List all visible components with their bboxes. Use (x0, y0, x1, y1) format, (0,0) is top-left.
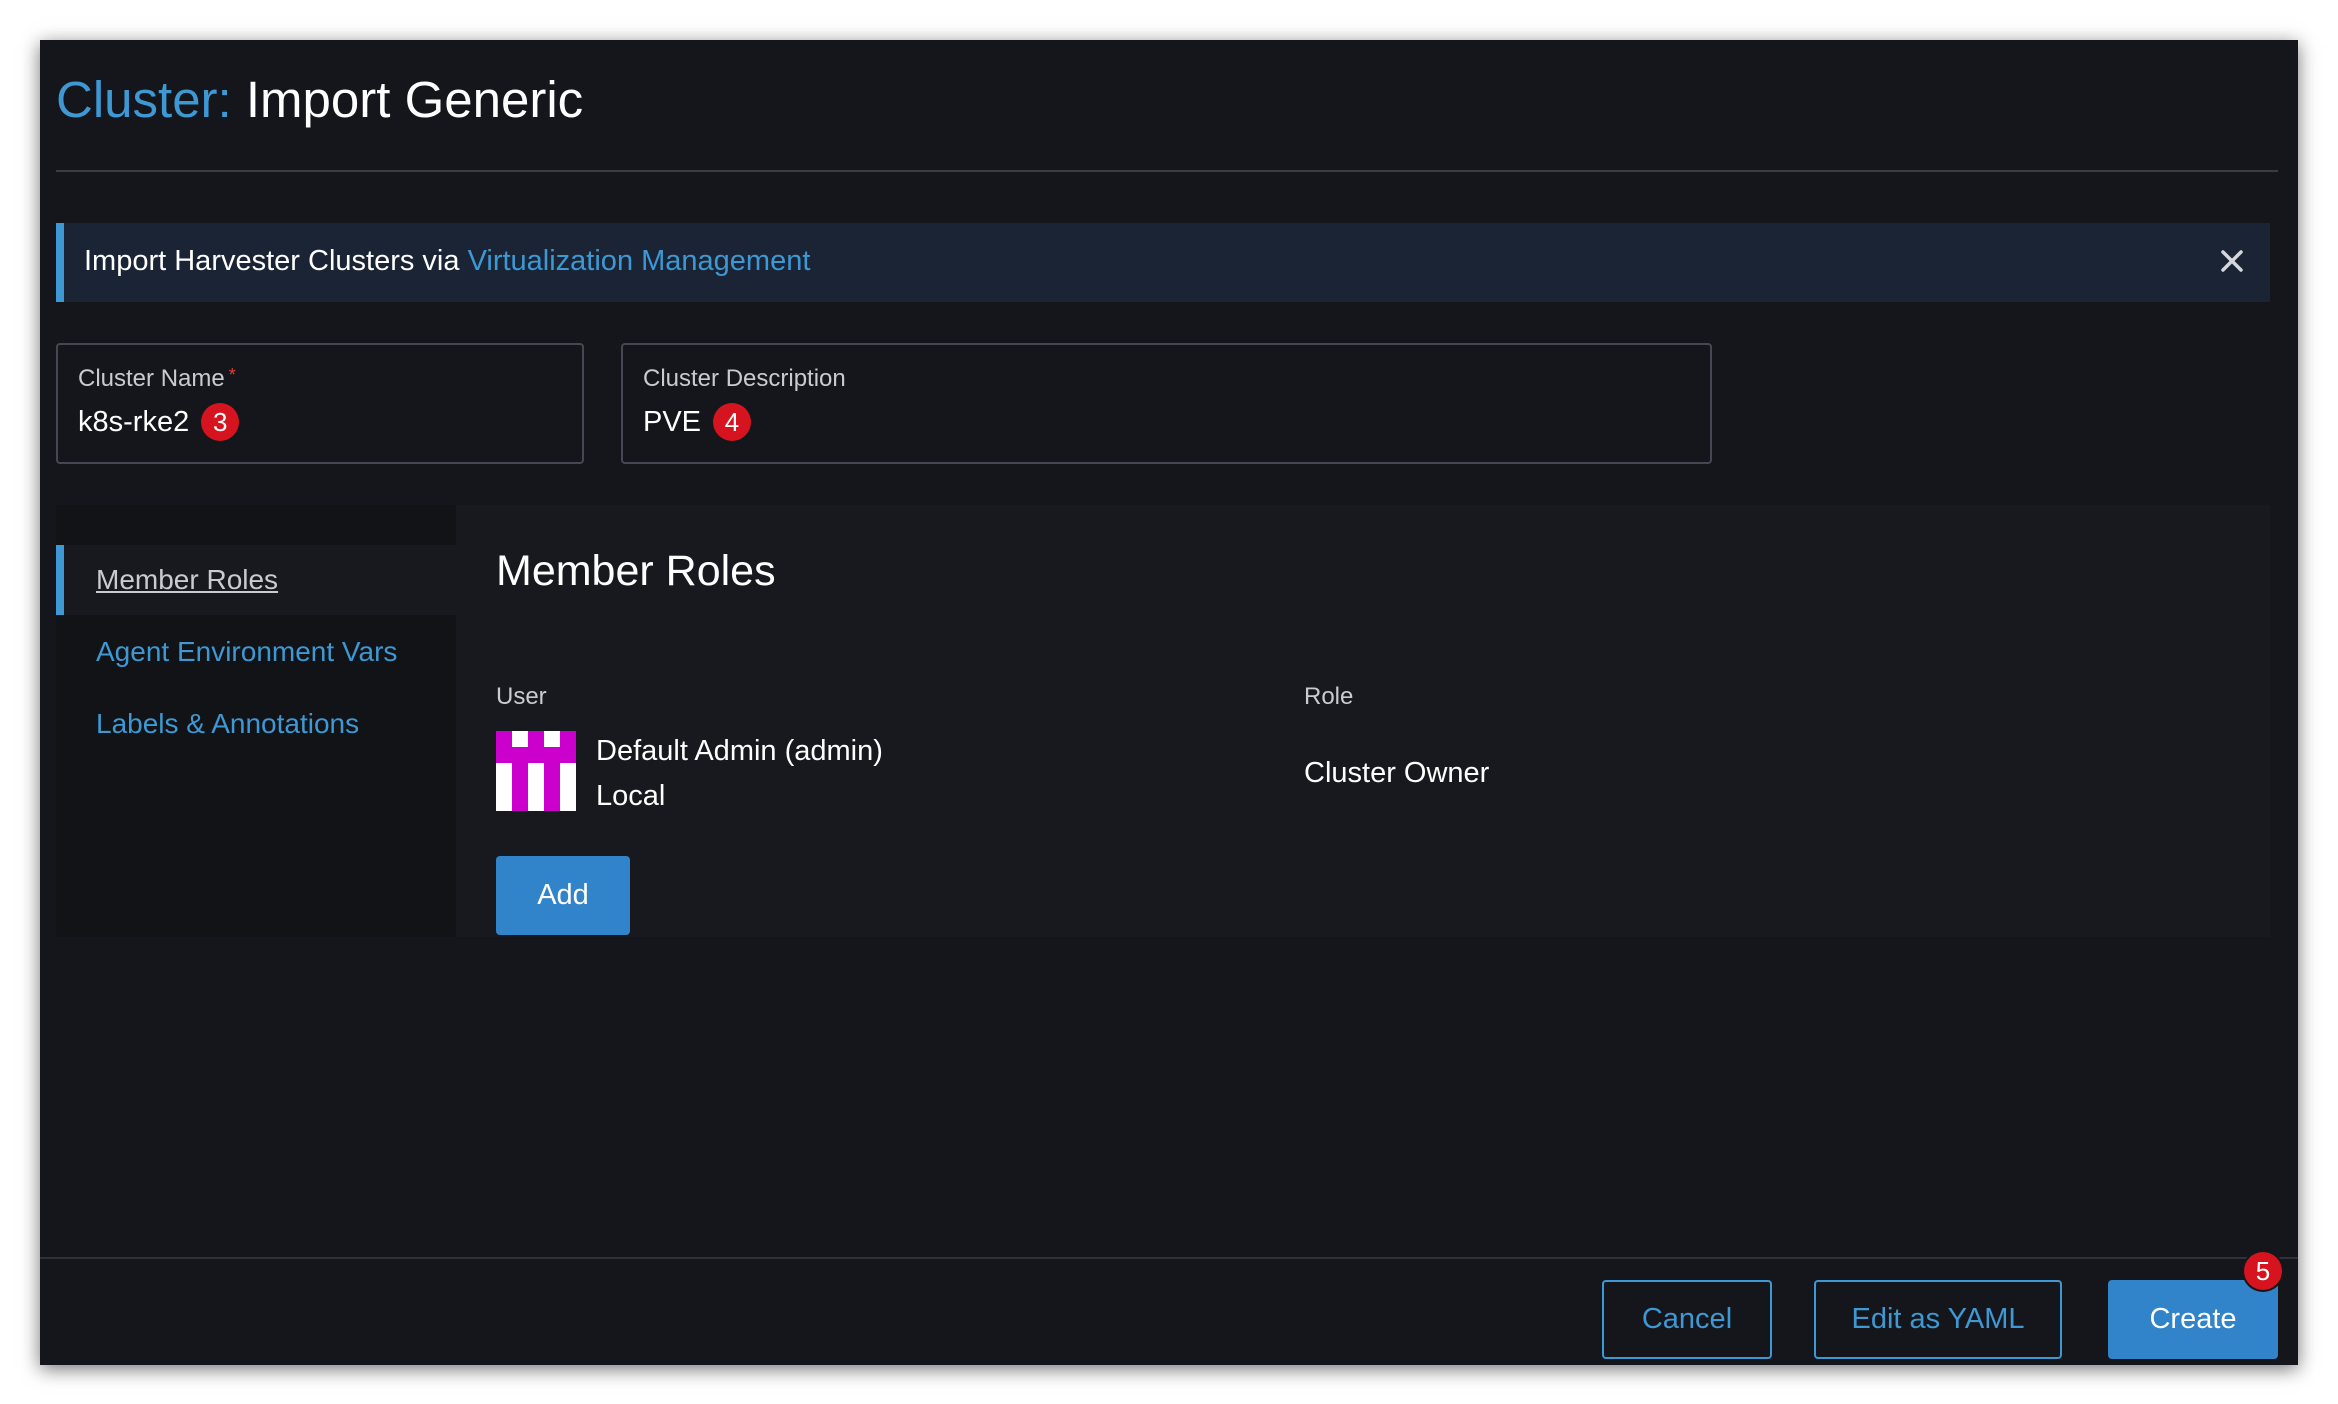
required-marker: * (228, 365, 236, 385)
role-column-header: Role (1304, 683, 1354, 710)
step-badge-5: 5 (2244, 1252, 2282, 1290)
page-title-prefix: Cluster: (56, 71, 232, 128)
create-button[interactable]: Create (2108, 1280, 2278, 1359)
cluster-name-label: Cluster Name * (78, 365, 236, 393)
footer-divider (40, 1257, 2298, 1259)
cluster-description-label: Cluster Description (643, 365, 846, 392)
cluster-description-value: PVE (643, 405, 702, 438)
tab-labels-annotations[interactable]: Labels & Annotations (56, 689, 456, 759)
tab-member-roles[interactable]: Member Roles (56, 545, 456, 615)
add-member-button[interactable]: Add (496, 856, 630, 935)
user-provider: Local (596, 780, 666, 812)
banner-text: Import Harvester Clusters via (84, 245, 460, 277)
user-role: Cluster Owner (1304, 757, 1490, 789)
avatar (496, 731, 576, 811)
page-title: Cluster: Import Generic (56, 70, 583, 129)
config-panel: Member Roles Agent Environment Vars Labe… (56, 505, 2270, 937)
identicon-avatar (496, 731, 576, 811)
cluster-name-field[interactable]: Cluster Name * k8s-rke2 3 (56, 343, 584, 464)
step-badge-4: 4 (713, 403, 752, 441)
cluster-name-input[interactable]: k8s-rke2 3 (78, 403, 240, 441)
tab-agent-environment-vars[interactable]: Agent Environment Vars (56, 617, 456, 687)
import-cluster-window: Cluster: Import Generic Import Harvester… (40, 40, 2298, 1365)
member-roles-section: Member Roles User Role Default Admin (ad… (496, 505, 2270, 937)
banner-message: Import Harvester Clusters via Virtualiza… (84, 245, 810, 278)
user-name: Default Admin (admin) (596, 735, 883, 767)
user-column-header: User (496, 683, 547, 710)
cluster-name-value: k8s-rke2 (78, 405, 190, 438)
virtualization-management-link[interactable]: Virtualization Management (468, 245, 811, 277)
header-divider (56, 170, 2278, 172)
edit-as-yaml-button[interactable]: Edit as YAML (1814, 1280, 2062, 1359)
side-tabs: Member Roles Agent Environment Vars Labe… (56, 505, 456, 937)
close-icon[interactable] (2214, 243, 2250, 279)
cancel-button[interactable]: Cancel (1602, 1280, 1772, 1359)
cluster-description-field[interactable]: Cluster Description PVE 4 (621, 343, 1712, 464)
cluster-name-label-text: Cluster Name (78, 365, 225, 392)
page-title-text: Import Generic (245, 71, 584, 128)
cluster-description-input[interactable]: PVE 4 (643, 403, 752, 441)
step-badge-3: 3 (201, 403, 240, 441)
info-banner: Import Harvester Clusters via Virtualiza… (56, 223, 2270, 302)
section-title: Member Roles (496, 547, 776, 595)
